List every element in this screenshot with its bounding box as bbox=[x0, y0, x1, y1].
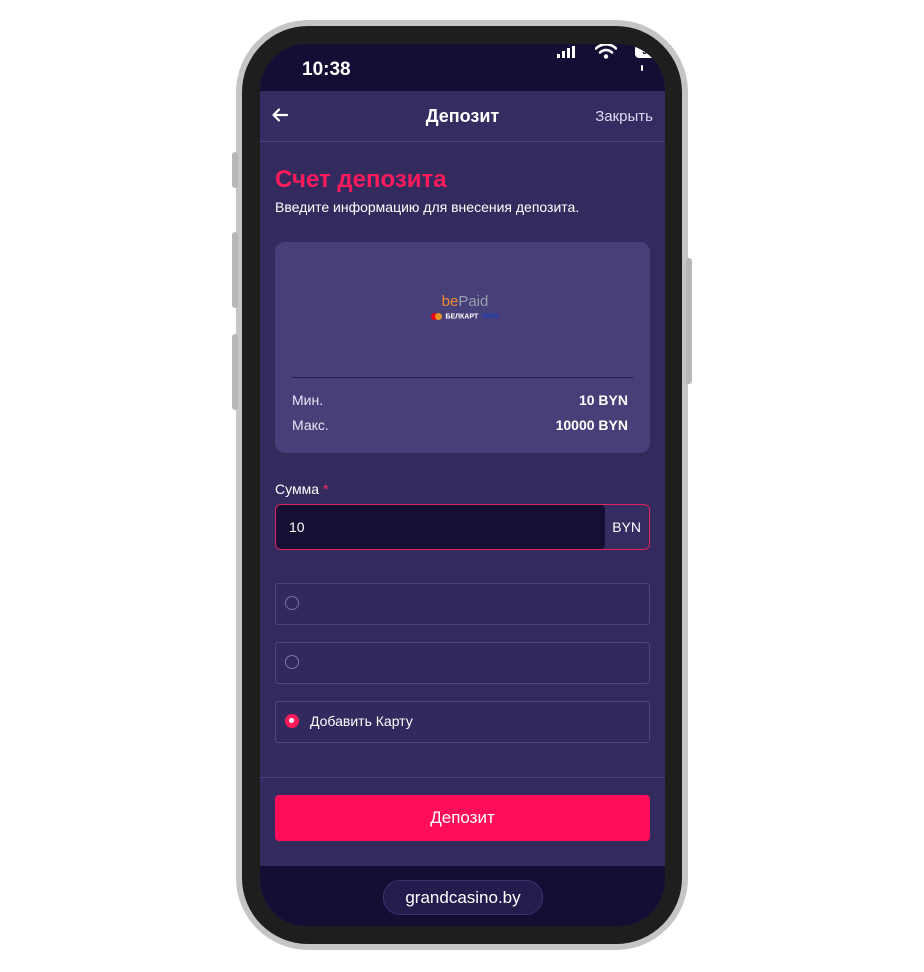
status-bar: 10:38 93 bbox=[260, 44, 665, 91]
amount-label: Сумма * bbox=[275, 481, 329, 497]
side-button-power bbox=[686, 258, 692, 384]
bepaid-logo: bePaid БЕЛКАРТ VISA bbox=[425, 294, 505, 324]
footer-divider bbox=[260, 777, 665, 778]
required-mark: * bbox=[323, 481, 329, 497]
card-divider bbox=[292, 377, 633, 378]
max-label: Макс. bbox=[292, 417, 329, 433]
side-button-silent bbox=[232, 152, 238, 188]
status-time: 10:38 bbox=[302, 59, 351, 80]
amount-input[interactable]: 10 bbox=[276, 505, 605, 549]
url-address-pill[interactable]: grandcasino.by bbox=[383, 880, 543, 915]
add-card-label: Добавить Карту bbox=[310, 713, 413, 729]
min-value: 10 BYN bbox=[578, 392, 628, 408]
payment-option-1[interactable] bbox=[275, 583, 650, 625]
phone-screen: 10:38 93 Депозит Закрыть Счет депозита В… bbox=[260, 44, 665, 926]
min-label: Мин. bbox=[292, 392, 324, 408]
max-value: 10000 BYN bbox=[555, 417, 628, 433]
deposit-subheading: Введите информацию для внесения депозита… bbox=[275, 199, 580, 215]
amount-field: 10 BYN bbox=[275, 504, 650, 550]
nav-bar: Депозит Закрыть bbox=[260, 91, 665, 142]
currency-suffix: BYN bbox=[612, 519, 641, 535]
payment-option-2[interactable] bbox=[275, 642, 650, 684]
close-button[interactable]: Закрыть bbox=[595, 108, 653, 125]
radio-button[interactable] bbox=[285, 596, 299, 610]
battery-tip bbox=[641, 65, 643, 71]
cellular-signal-icon bbox=[557, 46, 577, 58]
battery-icon: 93 bbox=[635, 44, 661, 58]
radio-button[interactable] bbox=[285, 655, 299, 669]
side-button-volume-up bbox=[232, 232, 238, 308]
radio-button-selected[interactable] bbox=[285, 714, 299, 728]
deposit-heading: Счет депозита bbox=[275, 166, 447, 193]
mastercard-icon bbox=[431, 313, 443, 320]
belkart-mark: БЕЛКАРТ bbox=[445, 313, 479, 321]
deposit-button[interactable]: Депозит bbox=[275, 795, 650, 841]
side-button-volume-down bbox=[232, 334, 238, 410]
visa-mark: VISA bbox=[482, 313, 499, 321]
browser-bar: grandcasino.by bbox=[260, 866, 665, 926]
back-arrow-icon[interactable] bbox=[270, 105, 290, 125]
wifi-icon bbox=[595, 44, 617, 59]
payment-method-card: bePaid БЕЛКАРТ VISA Мин. 10 BYN Макс. 100… bbox=[275, 242, 650, 453]
add-card-option[interactable]: Добавить Карту bbox=[275, 701, 650, 743]
